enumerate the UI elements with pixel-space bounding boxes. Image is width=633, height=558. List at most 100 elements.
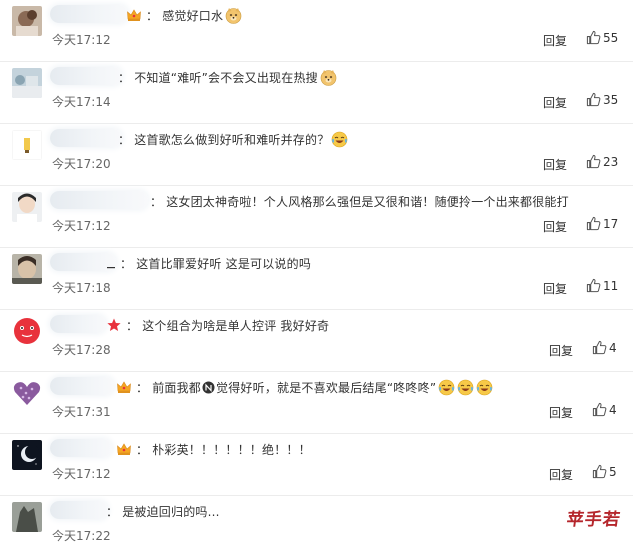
laugh-cry-emoji-icon [457, 379, 474, 396]
thumbs-up-icon [592, 402, 607, 417]
laugh-cry-emoji-icon [476, 379, 493, 396]
like-count: 5 [609, 464, 617, 479]
crown-icon [126, 7, 142, 23]
username-blurred[interactable] [50, 67, 122, 85]
comment-item: ： 这女团太神奇啦！个人风格那么强但是又很和谐！随便拎一个出来都很能打 今天17… [0, 186, 633, 248]
comment-line: ： 这个组合为啥是单人控评 我好好奇 [106, 315, 329, 335]
like-button[interactable]: 5 [592, 464, 617, 479]
thumbs-up-icon [586, 216, 601, 231]
thumbs-up-icon [586, 30, 601, 45]
comment-item: ： 是被迫回归的吗... 今天17:22 [0, 496, 633, 558]
comment-text: 这女团太神奇啦！个人风格那么强但是又很和谐！随便拎一个出来都很能打 [166, 194, 569, 209]
laugh-cry-emoji-icon [331, 131, 348, 148]
comment-line: ： 朴彩英！！！！！！绝！！！ [116, 439, 311, 459]
avatar[interactable] [12, 130, 42, 160]
crown-icon [116, 379, 132, 395]
separator: ： [126, 318, 139, 333]
comment-line: ： 这首比罪爱好听 这是可以说的吗 [106, 253, 311, 273]
comment-text: 是被迫回归的吗... [122, 504, 220, 519]
separator: ： [150, 194, 163, 209]
username-blurred[interactable] [50, 129, 122, 147]
reply-button[interactable]: 回复 [549, 342, 573, 359]
like-button[interactable]: 11 [586, 278, 618, 293]
doge-emoji-icon [225, 7, 242, 24]
reply-button[interactable]: 回复 [543, 218, 567, 235]
avatar[interactable] [12, 440, 42, 470]
username-blurred[interactable] [50, 315, 106, 333]
crown-icon [116, 441, 132, 457]
separator: ： [136, 442, 149, 457]
like-button[interactable]: 55 [586, 30, 618, 45]
like-count: 11 [603, 278, 619, 293]
comment-line: ： 不知道“难听”会不会又出现在热搜 [118, 67, 337, 87]
watermark: 苹手若 [565, 510, 623, 530]
avatar[interactable] [12, 192, 42, 222]
comment-time: 今天17:28 [52, 343, 111, 357]
comment-time: 今天17:12 [52, 219, 111, 233]
reply-button[interactable]: 回复 [549, 404, 573, 421]
like-count: 4 [609, 340, 617, 355]
like-count: 55 [603, 30, 619, 45]
thumbs-up-icon [586, 92, 601, 107]
thumbs-up-icon [586, 278, 601, 293]
comment-text: 这个组合为啥是单人控评 我好好奇 [142, 318, 330, 333]
comment-time: 今天17:31 [52, 405, 111, 419]
separator: ： [120, 256, 133, 271]
comment-time: 今天17:12 [52, 33, 111, 47]
comment-item: ： 朴彩英！！！！！！绝！！！ 今天17:12 回复 5 [0, 434, 633, 496]
like-button[interactable]: 4 [592, 402, 617, 417]
comment-line: ： 是被迫回归的吗... [106, 501, 220, 521]
comment-time: 今天17:14 [52, 95, 111, 109]
username-blurred[interactable] [50, 5, 128, 23]
username-blurred[interactable] [50, 377, 114, 395]
comment-item: ： 这个组合为啥是单人控评 我好好奇 今天17:28 回复 4 [0, 310, 633, 372]
circle-n-icon [202, 381, 215, 394]
comment-item: ： 这首歌怎么做到好听和难听并存的？ 今天17:20 回复 23 [0, 124, 633, 186]
like-button[interactable]: 4 [592, 340, 617, 355]
avatar[interactable] [12, 6, 42, 36]
separator: ： [136, 380, 149, 395]
avatar[interactable] [12, 68, 42, 98]
like-count: 35 [603, 92, 619, 107]
separator: ： [146, 8, 159, 23]
comment-item: ： 感觉好口水 今天17:12 回复 55 [0, 0, 633, 62]
reply-button[interactable]: 回复 [543, 32, 567, 49]
comment-line: ： 这首歌怎么做到好听和难听并存的？ [118, 129, 348, 149]
star-icon [106, 317, 122, 333]
comment-time: 今天17:12 [52, 467, 111, 481]
avatar[interactable] [12, 378, 42, 408]
separator: ： [106, 504, 119, 519]
reply-button[interactable]: 回复 [543, 156, 567, 173]
like-button[interactable]: 17 [586, 216, 618, 231]
thumbs-up-icon [592, 340, 607, 355]
like-button[interactable]: 35 [586, 92, 618, 107]
comment-item: ： 不知道“难听”会不会又出现在热搜 今天17:14 回复 35 [0, 62, 633, 124]
like-button[interactable]: 23 [586, 154, 618, 169]
comment-time: 今天17:20 [52, 157, 111, 171]
comment-time: 今天17:18 [52, 281, 111, 295]
comment-text: 这首比罪爱好听 这是可以说的吗 [136, 256, 312, 271]
avatar[interactable] [12, 502, 42, 532]
laugh-cry-emoji-icon [438, 379, 455, 396]
avatar[interactable] [12, 254, 42, 284]
reply-button[interactable]: 回复 [543, 280, 567, 297]
comment-text-a: 前面我都 [152, 380, 202, 395]
comment-item: ： 前面我都 觉得好听，就是不喜欢最后结尾“咚咚咚” 今天17:31 回复 4 [0, 372, 633, 434]
comment-line: ： 前面我都 觉得好听，就是不喜欢最后结尾“咚咚咚” [116, 377, 493, 397]
avatar[interactable] [12, 316, 42, 346]
comment-time: 今天17:22 [52, 529, 111, 543]
reply-button[interactable]: 回复 [543, 94, 567, 111]
username-blurred[interactable] [50, 439, 112, 457]
separator: ： [118, 70, 131, 85]
username-blurred[interactable] [50, 501, 108, 519]
thumbs-up-icon [592, 464, 607, 479]
username-blurred[interactable] [50, 191, 148, 209]
reply-button[interactable]: 回复 [549, 466, 573, 483]
comment-text: 朴彩英！！！！！！绝！！！ [152, 442, 311, 457]
comment-text: 感觉好口水 [162, 8, 224, 23]
comment-text: 不知道“难听”会不会又出现在热搜 [134, 70, 318, 85]
comment-text-b: 觉得好听，就是不喜欢最后结尾“咚咚咚” [216, 380, 437, 395]
comment-line: ： 感觉好口水 [126, 5, 242, 25]
like-count: 4 [609, 402, 617, 417]
separator: ： [118, 132, 131, 147]
